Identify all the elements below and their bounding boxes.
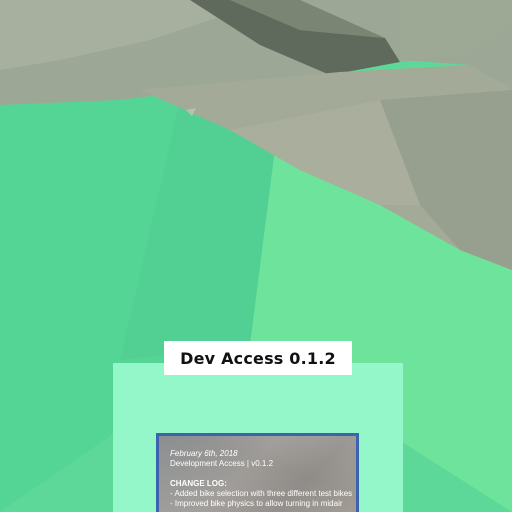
changelog-heading: CHANGE LOG: [170,479,227,488]
changelog-build: Development Access | v0.1.2 [170,459,274,468]
changelog-entry: - Added bike selection with three differ… [170,489,353,498]
changelog-date: February 6th, 2018 [170,449,238,458]
changelog-card[interactable]: February 6th, 2018 Development Access | … [156,433,359,512]
changelog-spacer [170,469,356,479]
changelog-entry: - Improved bike physics to allow turning… [170,499,343,508]
game-screen: Dev Access 0.1.2 February 6th, 2018 Deve… [0,0,512,512]
version-title-badge: Dev Access 0.1.2 [164,341,352,375]
changelog-text: February 6th, 2018 Development Access | … [170,449,356,509]
version-title-text: Dev Access 0.1.2 [180,348,336,368]
